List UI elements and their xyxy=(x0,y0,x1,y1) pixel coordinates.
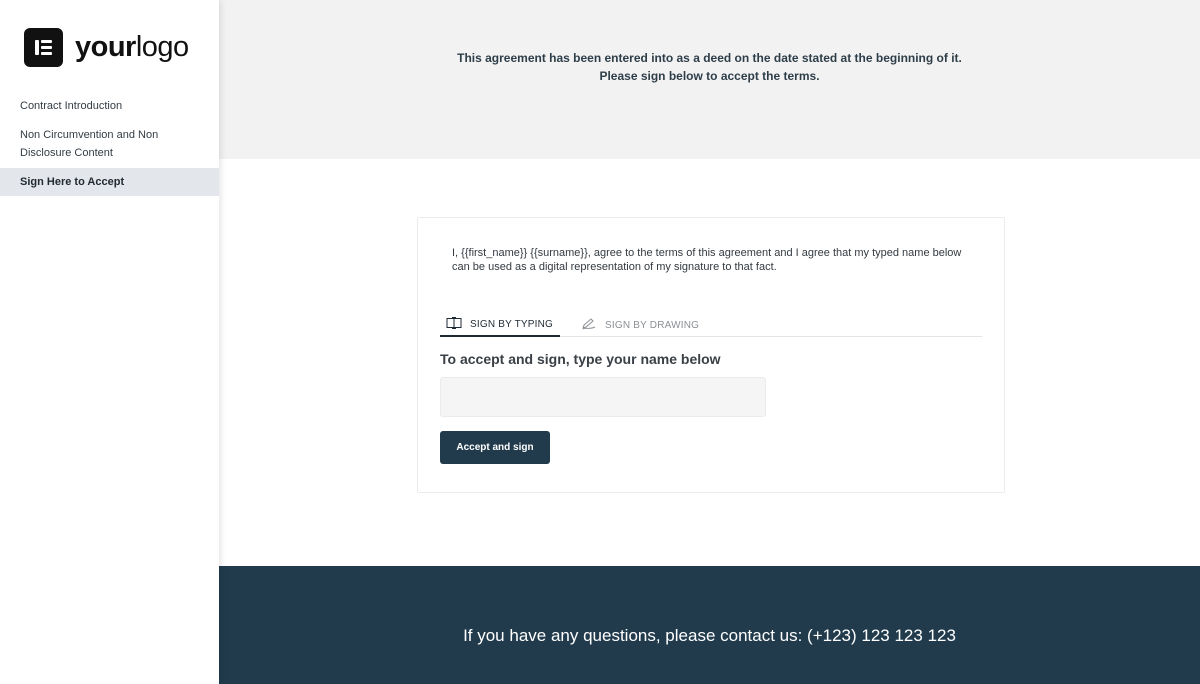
sidebar-item-non-circumvention[interactable]: Non Circumvention and Non Disclosure Con… xyxy=(0,120,219,168)
main-content: This agreement has been entered into as … xyxy=(219,0,1200,684)
sidebar: yourlogo Contract Introduction Non Circu… xyxy=(0,0,219,684)
tab-sign-by-drawing[interactable]: SIGN BY DRAWING xyxy=(575,313,706,337)
header-line-1: This agreement has been entered into as … xyxy=(457,51,962,65)
keyboard-icon xyxy=(446,316,462,332)
typed-name-input[interactable] xyxy=(440,377,766,417)
tab-sign-by-typing[interactable]: SIGN BY TYPING xyxy=(440,313,561,337)
agreement-text: I, {{first_name}} {{surname}}, agree to … xyxy=(452,247,962,273)
footer: If you have any questions, please contac… xyxy=(219,566,1200,684)
logo-text-bold: your xyxy=(75,31,136,63)
accept-and-sign-button[interactable]: Accept and sign xyxy=(440,431,550,464)
sign-instruction-title: To accept and sign, type your name below xyxy=(440,351,721,367)
sidebar-item-sign-here[interactable]: Sign Here to Accept xyxy=(0,168,219,196)
sidebar-item-contract-introduction[interactable]: Contract Introduction xyxy=(0,92,219,120)
tab-sign-by-typing-label: SIGN BY TYPING xyxy=(470,318,554,330)
signature-card: I, {{first_name}} {{surname}}, agree to … xyxy=(417,217,1005,493)
brand-logo[interactable]: yourlogo xyxy=(24,28,189,67)
logo-wordmark: yourlogo xyxy=(75,31,189,64)
pen-icon xyxy=(581,317,597,333)
header-line-2: Please sign below to accept the terms. xyxy=(599,69,820,83)
header-band: This agreement has been entered into as … xyxy=(219,0,1200,159)
tab-sign-by-drawing-label: SIGN BY DRAWING xyxy=(605,319,700,331)
logo-text-light: logo xyxy=(135,31,189,63)
header-message: This agreement has been entered into as … xyxy=(219,49,1200,85)
sidebar-nav: Contract Introduction Non Circumvention … xyxy=(0,92,219,196)
logo-mark-icon xyxy=(24,28,63,67)
footer-contact-text: If you have any questions, please contac… xyxy=(463,626,956,645)
signature-tabs: SIGN BY TYPING SIGN BY DRAWING xyxy=(440,313,982,337)
